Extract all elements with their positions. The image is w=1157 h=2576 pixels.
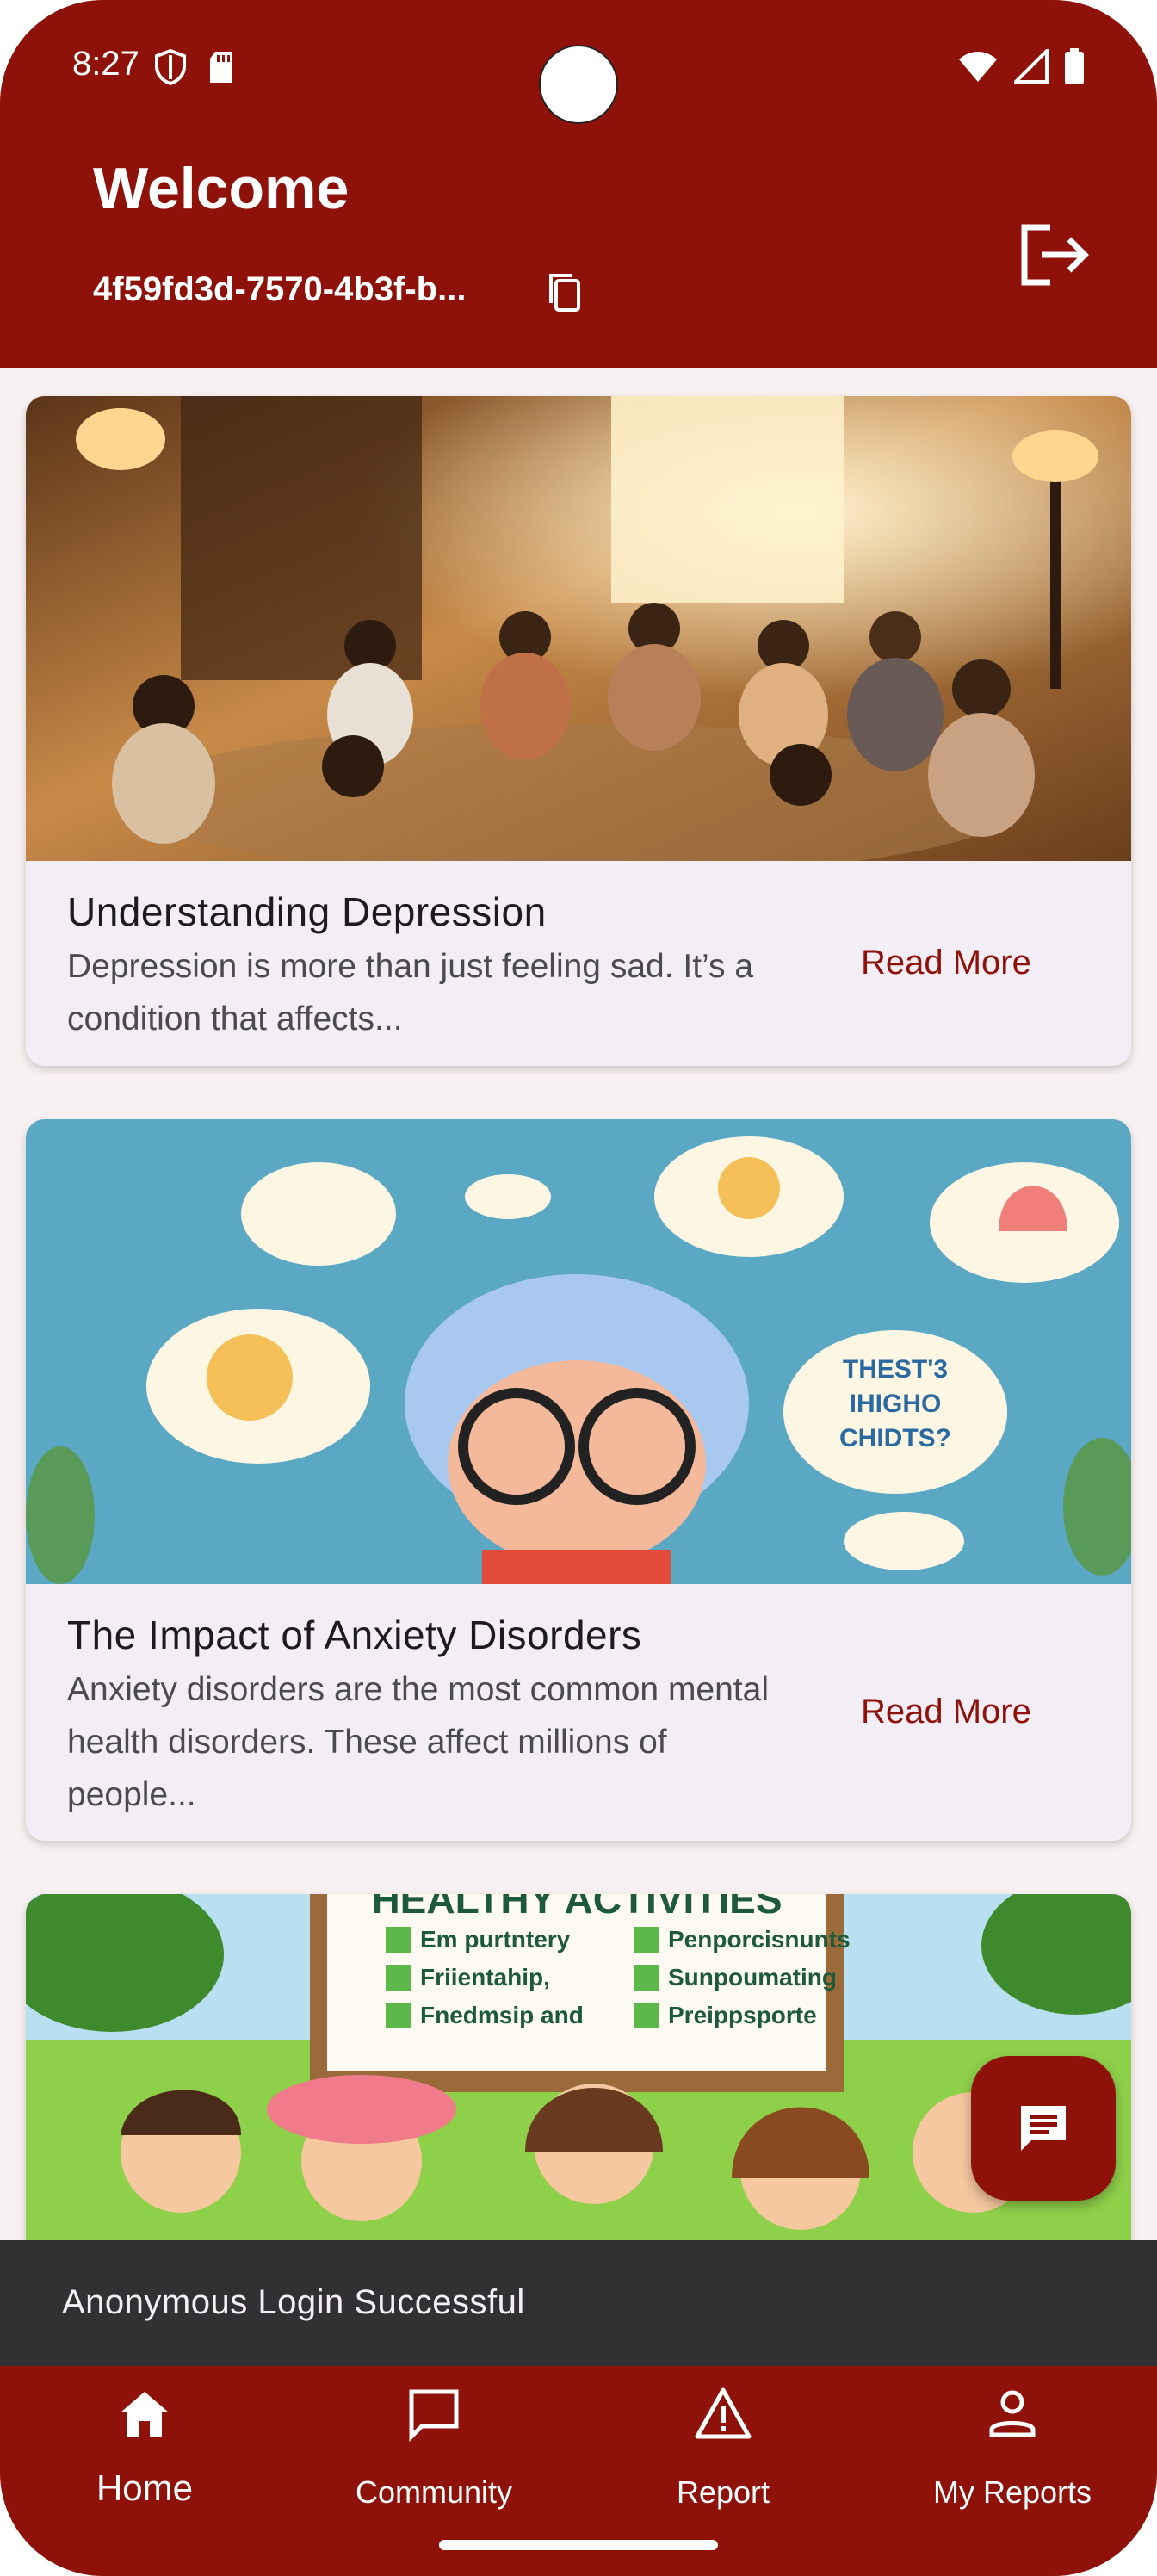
gesture-home-bar[interactable] — [439, 2540, 718, 2550]
sd-card-icon — [210, 52, 232, 83]
status-right-icons — [957, 48, 1085, 84]
image-text-line: IHIGHO — [850, 1390, 942, 1418]
chat-bubble-icon — [409, 2389, 459, 2443]
card-title: Understanding Depression — [67, 889, 547, 934]
person-icon — [989, 2390, 1036, 2437]
logout-button[interactable] — [1012, 215, 1092, 294]
image-list-text: Fnedmsip and — [420, 2002, 584, 2028]
image-banner-text: HEALTHY ACTIVITIES — [371, 1894, 782, 1922]
camera-cutout — [539, 45, 618, 124]
article-card[interactable]: Understanding Depression Depression is m… — [26, 396, 1131, 1066]
nav-item-my-reports[interactable]: My Reports — [868, 2366, 1157, 2538]
battery-icon — [1065, 48, 1084, 84]
nav-item-community[interactable]: Community — [289, 2366, 578, 2538]
phone-screen: 8:27 Welcome 4f59fd3d-7570-4b3f-b... Und… — [0, 0, 1157, 2576]
shield-icon — [155, 48, 186, 86]
read-more-button[interactable]: Read More — [861, 1693, 1031, 1731]
status-time: 8:27 — [72, 45, 139, 83]
snackbar-message: Anonymous Login Successful — [62, 2283, 525, 2321]
image-text-line: CHIDTS? — [839, 1424, 951, 1452]
nav-label: Home — [96, 2468, 194, 2508]
chat-fab-button[interactable] — [971, 2056, 1116, 2201]
card-title: The Impact of Anxiety Disorders — [67, 1613, 642, 1657]
image-list-text: Penporcisnunts — [668, 1926, 851, 1953]
signal-icon — [1014, 49, 1049, 84]
article-image-anxiety: THEST'3 IHIGHO CHIDTS? — [26, 1119, 1131, 1584]
logout-icon — [1021, 224, 1089, 286]
image-text-line: THEST'3 — [843, 1355, 948, 1384]
image-list-text: Em purtntery — [420, 1926, 571, 1953]
nav-label: Report — [676, 2474, 770, 2510]
article-image-support-group — [26, 396, 1131, 861]
image-list-text: Friientahip, — [420, 1964, 550, 1991]
status-left-icons — [153, 48, 236, 86]
read-more-button[interactable]: Read More — [861, 944, 1031, 982]
user-id-text: 4f59fd3d-7570-4b3f-b... — [93, 270, 467, 308]
card-excerpt: Depression is more than just feeling sad… — [67, 948, 754, 1037]
copy-button[interactable] — [541, 269, 589, 317]
message-icon — [1021, 2106, 1066, 2151]
wifi-icon — [959, 52, 997, 82]
nav-label: My Reports — [932, 2474, 1092, 2510]
nav-item-home[interactable]: Home — [0, 2366, 289, 2538]
snackbar: Anonymous Login Successful — [0, 2240, 1157, 2366]
home-icon — [121, 2392, 169, 2437]
nav-item-report[interactable]: Report — [578, 2366, 868, 2538]
warning-icon — [695, 2387, 752, 2439]
article-card[interactable]: THEST'3 IHIGHO CHIDTS? The Impact of Anx… — [26, 1119, 1131, 1841]
card-excerpt: Anxiety disorders are the most common me… — [67, 1671, 770, 1813]
image-list-text: Preippsporte — [668, 2002, 817, 2028]
image-list-text: Sunpoumating — [668, 1964, 837, 1991]
page-title: Welcome — [93, 156, 350, 221]
copy-icon — [549, 274, 580, 312]
nav-label: Community — [355, 2474, 513, 2510]
app-bar: 8:27 Welcome 4f59fd3d-7570-4b3f-b... — [0, 0, 1157, 368]
